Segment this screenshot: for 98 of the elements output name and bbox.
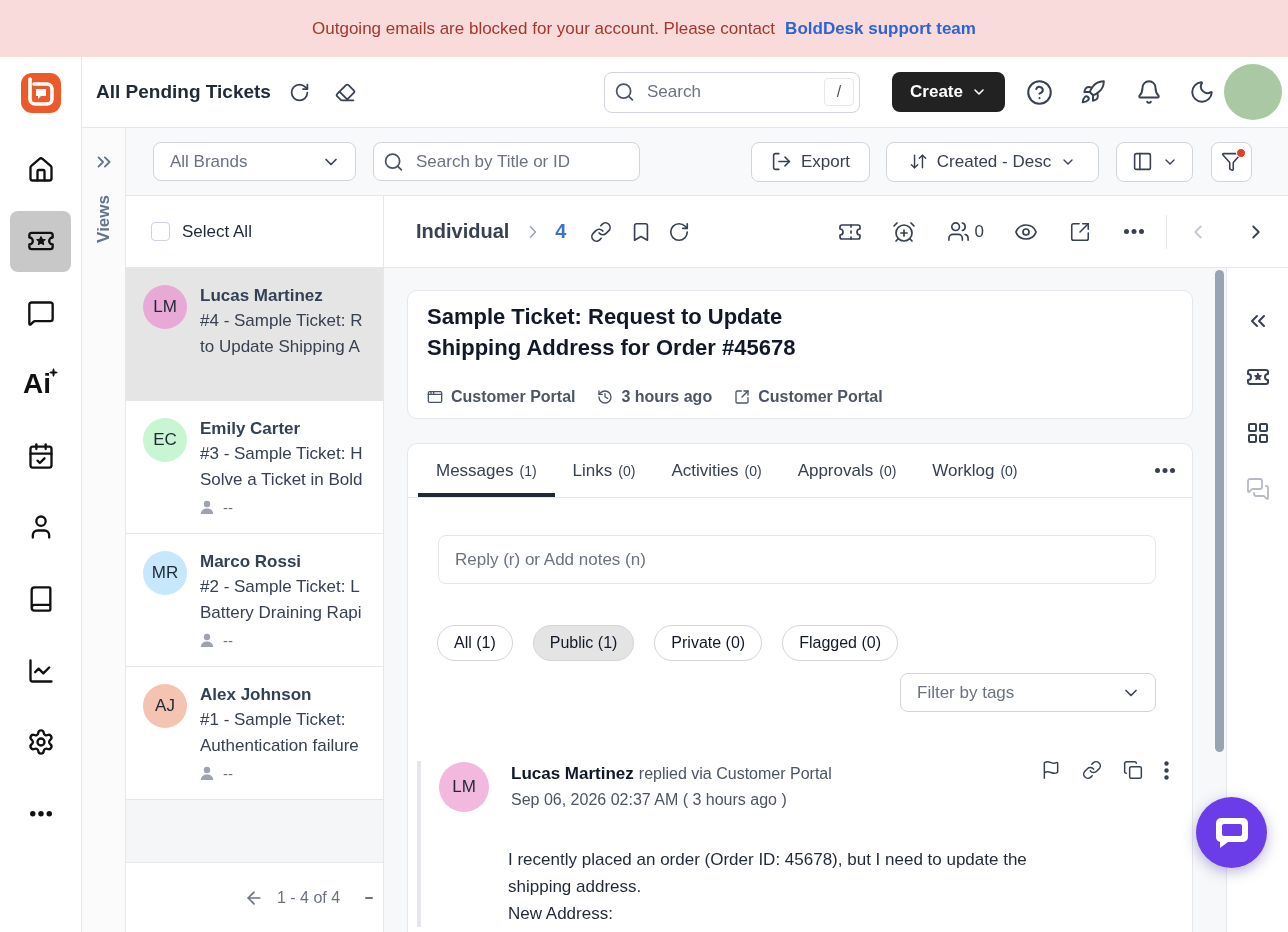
chat-bubble-icon [1214,816,1249,849]
tab[interactable]: Activities (0) [653,444,780,497]
moon-icon[interactable] [1189,79,1215,105]
nav-item[interactable]: Ai [10,353,71,415]
ticket-list-item[interactable]: LM Lucas Martinez #4 - Sample Ticket: R to Update Shipping A [126,268,383,401]
eraser-icon[interactable] [334,81,356,103]
panel-layout-icon [1131,151,1153,172]
brand-select[interactable]: All Brands [153,142,356,181]
scrollbar[interactable] [1215,270,1224,752]
tab[interactable]: Links (0) [554,444,654,497]
avatar: LM [143,285,187,329]
ticket-search-field[interactable]: Search by Title or ID [373,142,640,181]
copy-icon[interactable] [1123,760,1143,780]
assignee-text: -- [223,631,233,649]
reply-field[interactable]: Reply (r) or Add notes (n) [438,535,1156,584]
export-icon [770,151,792,172]
calendar-check-icon [26,441,55,470]
message-source: replied via Customer Portal [638,765,832,782]
ticket-title: Sample Ticket: Request to Update Shipping Address for Order #45678 [427,303,797,362]
views-label[interactable]: Views [93,195,114,243]
create-button[interactable]: Create [892,72,1005,112]
grid-icon[interactable] [1245,421,1270,445]
avatar: EC [143,418,187,462]
users-icon [946,220,970,243]
ticket-subject: #2 - Sample Ticket: L Battery Draining Rapi [200,576,362,624]
message-paragraph: I recently placed an order (Order ID: 45678), but I need to update the shipping address. [508,849,1028,898]
sort-icon [908,152,928,171]
person-icon [200,500,214,514]
select-all-label[interactable]: Select All [182,221,252,242]
search-icon [383,151,404,172]
rocket-icon[interactable] [1080,79,1106,105]
link-icon[interactable] [1082,760,1102,780]
link-icon[interactable] [590,220,613,243]
ticket-subject: #1 - Sample Ticket: Authentication failure [200,709,359,757]
filter-button[interactable] [1211,141,1252,182]
assignee-text: -- [223,764,233,782]
customer-name: Alex Johnson [200,684,313,706]
support-link[interactable]: BoldDesk support team [785,18,976,39]
person-icon [200,633,214,647]
page-title: All Pending Tickets [96,81,271,103]
message-date: Sep 06, 2026 02:37 AM ( 3 hours ago ) [511,790,788,810]
ticket-meta-text: 3 hours ago [621,388,713,406]
watchers-button[interactable]: 0 [946,220,984,243]
tab[interactable]: Worklog (0) [914,444,1036,497]
chat-icon [26,298,55,327]
flag-icon[interactable] [1041,760,1061,780]
settings-icon [26,728,55,757]
tab[interactable]: Approvals (0) [779,444,915,497]
shortcut-key: / [824,78,854,106]
ticket-subject: #3 - Sample Ticket: H Solve a Ticket in Bold [200,443,363,491]
tag-filter-select[interactable]: Filter by tags [900,673,1156,712]
external-link-icon[interactable] [1069,220,1091,243]
external-link-icon [734,389,751,405]
help-icon[interactable] [1026,78,1053,106]
message-paragraph: New Address: [508,903,614,925]
sparkle-icon [49,367,58,377]
sort-button[interactable]: Created - Desc [886,141,1099,182]
avatar: AJ [143,684,187,728]
refresh-icon[interactable] [668,220,691,243]
pagination-text: 1 - 4 of 4 [277,888,341,907]
ticket-meta-text: Customer Portal [451,388,576,406]
refresh-icon[interactable] [288,81,310,103]
customer-name: Marco Rossi [200,551,303,573]
more-icon[interactable] [1155,468,1175,473]
bell-icon[interactable] [1136,79,1162,105]
history-icon [597,389,614,405]
ticket-subject: #4 - Sample Ticket: R to Update Shipping A [200,310,363,358]
nav-item[interactable] [10,210,71,272]
message-filter-chip[interactable]: Flagged (0) [782,625,898,661]
assignee-text: -- [223,498,233,516]
alarm-clock-icon[interactable] [891,219,916,244]
tab[interactable]: Messages (1) [418,444,555,497]
ticket-number-link[interactable]: 4 [555,220,567,243]
more-icon[interactable] [1124,229,1144,234]
banner-message: Outgoing emails are blocked for your account. Please contact [312,18,776,39]
message-filter-chip[interactable]: Private (0) [654,625,763,661]
logo-icon [20,72,61,113]
more-icon [29,811,52,817]
more-vertical-icon[interactable] [1164,760,1169,780]
search-icon [614,81,635,103]
message-author: Lucas Martinez [511,764,634,783]
notification-dot-icon [1236,147,1246,158]
ticket-meta-text: Customer Portal [758,388,883,406]
message-filter-chip[interactable]: Public (1) [532,625,635,661]
dash-icon[interactable] [365,896,374,899]
person-icon [200,766,214,780]
avatar: LM [439,762,489,812]
message-filter-chip[interactable]: All (1) [437,625,513,661]
breadcrumb-item[interactable]: Individual [416,220,510,243]
layout-button[interactable] [1116,141,1193,182]
customer-name: Lucas Martinez [200,285,324,307]
select-all-checkbox[interactable] [151,222,170,241]
home-icon [26,155,55,184]
avatar: MR [143,551,187,595]
export-button[interactable]: Export [751,141,870,182]
customer-name: Emily Carter [200,418,302,440]
line-chart-icon [26,656,55,685]
window-icon [427,389,443,405]
